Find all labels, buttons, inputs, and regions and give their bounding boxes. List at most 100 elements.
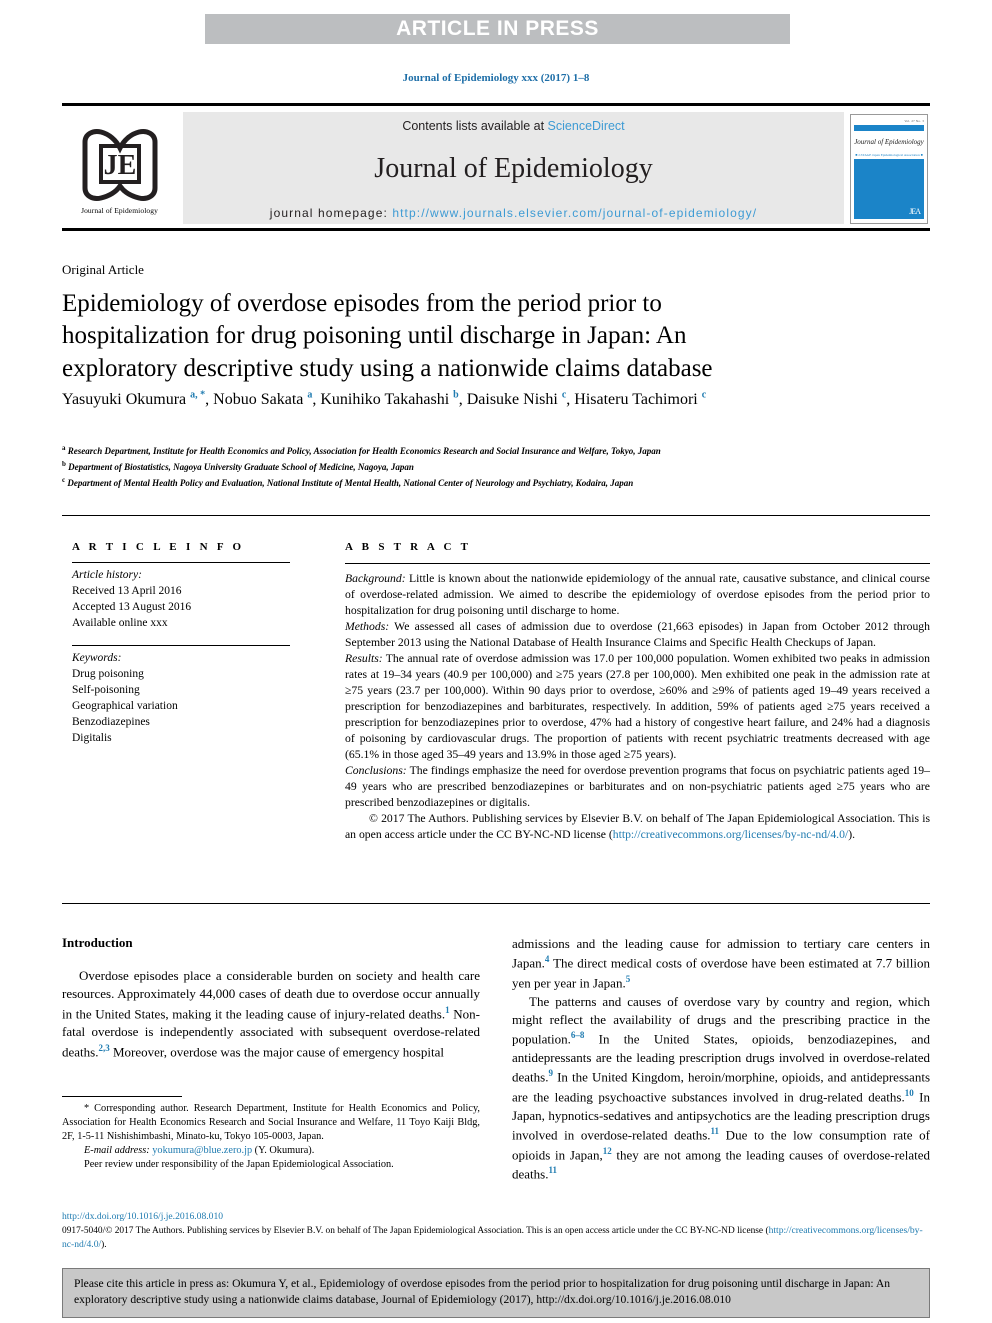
affiliation-text: Research Department, Institute for Healt… [65, 446, 661, 456]
author-list: Yasuyuki Okumura a, *, Nobuo Sakata a, K… [62, 389, 707, 408]
author-affiliation-marker: c [701, 389, 707, 401]
journal-logo: JE Journal of Epidemiology [62, 110, 177, 228]
author-name: Yasuyuki Okumura [62, 391, 191, 408]
article-info-section: A R T I C L E I N F O Article history: R… [72, 541, 312, 747]
journal-title: Journal of Epidemiology [374, 152, 653, 184]
cover-issue-label: Vol. 27 No. 3 [904, 119, 924, 123]
footer-license-text-b: ). [101, 1239, 107, 1250]
article-in-press-label: ARTICLE IN PRESS [396, 17, 599, 40]
cover-top-bar [854, 125, 924, 131]
author-name: Hisateru Tachimori [574, 391, 702, 408]
cover-publisher-mark: JEA [909, 207, 921, 216]
corresponding-author-text: * Corresponding author. Research Departm… [62, 1103, 480, 1142]
cover-strip-label: ■ J-STAGE Japan Epidemiological Associat… [855, 153, 923, 157]
author-affiliation-marker: a, * [190, 389, 206, 401]
affiliation-item: c Department of Mental Health Policy and… [62, 475, 932, 491]
author-name: Kunihiko Takahashi [320, 391, 454, 408]
citation-reference[interactable]: 11 [548, 1165, 557, 1175]
footer-license-line: 0917-5040/© 2017 The Authors. Publishing… [62, 1224, 930, 1253]
email-suffix: (Y. Okumura). [252, 1145, 315, 1156]
author-affiliation-marker: b [453, 389, 459, 401]
svg-text:JE: JE [103, 150, 136, 181]
article-info-heading: A R T I C L E I N F O [72, 541, 245, 553]
journal-cover-thumbnail: Vol. 27 No. 3 Journal of Epidemiology ■ … [850, 114, 928, 224]
body-paragraph: The patterns and causes of overdose vary… [512, 993, 930, 1182]
abstract-methods-label: Methods: [345, 619, 390, 633]
introduction-right-column: admissions and the leading cause for adm… [512, 935, 930, 1184]
citation-reference[interactable]: 2,3 [98, 1043, 109, 1053]
abstract-body: Background: Little is known about the na… [345, 571, 930, 842]
keyword-item: Geographical variation [72, 700, 178, 713]
contents-list-line: Contents lists available at ScienceDirec… [183, 119, 844, 133]
author-affiliation-marker: a [307, 389, 313, 401]
citation-reference[interactable]: 5 [626, 974, 631, 984]
article-info-divider [72, 562, 290, 563]
doi-link[interactable]: http://dx.doi.org/10.1016/j.je.2016.08.0… [62, 1210, 930, 1224]
copyright-tail: ). [848, 827, 856, 841]
cover-journal-name: Journal of Epidemiology [854, 138, 924, 146]
abstract-background-text: Little is known about the nationwide epi… [345, 572, 930, 617]
affiliation-item: a Research Department, Institute for Hea… [62, 443, 932, 459]
article-type-label: Original Article [62, 262, 144, 277]
article-history-block: Article history: Received 13 April 2016 A… [72, 568, 312, 631]
open-book-icon: JE [82, 128, 157, 201]
journal-reference-line: Journal of Epidemiology xxx (2017) 1–8 [402, 72, 590, 84]
peer-review-text: Peer review under responsibility of the … [84, 1159, 394, 1170]
abstract-methods-paragraph: Methods: We assessed all cases of admiss… [345, 619, 930, 651]
affiliation-text: Department of Mental Health Policy and E… [65, 477, 634, 488]
keyword-item: Benzodiazepines [72, 715, 150, 728]
citation-reference[interactable]: 12 [603, 1146, 612, 1156]
journal-homepage-line: journal homepage: http://www.journals.el… [183, 206, 844, 220]
abstract-conclusions-paragraph: Conclusions: The findings emphasize the … [345, 763, 930, 811]
keywords-divider [72, 645, 290, 647]
divider-above-abstract [62, 515, 930, 516]
homepage-url-link[interactable]: http://www.journals.elsevier.com/journal… [392, 206, 757, 220]
cc-license-link[interactable]: http://creativecommons.org/licenses/by-n… [613, 828, 848, 841]
affiliation-item: b Department of Biostatistics, Nagoya Un… [62, 459, 932, 475]
keyword-item: Drug poisoning [72, 668, 144, 681]
homepage-prefix: journal homepage: [269, 206, 393, 220]
citation-reference[interactable]: 9 [548, 1068, 553, 1078]
citation-reference[interactable]: 6–8 [571, 1030, 585, 1040]
keywords-items: Drug poisoning Self-poisoning Geographical… [72, 667, 312, 746]
author-affiliation-marker: c [561, 389, 567, 401]
introduction-left-column: Introduction Overdose episodes place a c… [62, 935, 480, 1061]
citation-reference[interactable]: 10 [905, 1088, 914, 1098]
author-name: Daisuke Nishi [466, 391, 562, 408]
keywords-block: Keywords: Drug poisoning Self-poisoning Ge… [72, 651, 312, 746]
citation-reference[interactable]: 4 [545, 954, 550, 964]
divider-below-abstract [62, 903, 930, 904]
page-footer: http://dx.doi.org/10.1016/j.je.2016.08.0… [62, 1210, 930, 1252]
abstract-background-paragraph: Background: Little is known about the na… [345, 571, 930, 619]
abstract-conclusions-text: The findings emphasize the need for over… [345, 763, 930, 809]
citation-reference[interactable]: 11 [711, 1126, 720, 1136]
abstract-heading: A B S T R A C T [345, 541, 472, 553]
journal-masthead: JE Journal of Epidemiology Contents list… [62, 103, 930, 231]
abstract-methods-text: We assessed all cases of admission due t… [345, 619, 930, 649]
cover-image-block: JEA [854, 159, 924, 219]
email-label: E-mail address: [84, 1145, 150, 1156]
sciencedirect-link[interactable]: ScienceDirect [548, 119, 625, 133]
article-history-item: Available online xxx [72, 616, 168, 629]
article-history-item: Accepted 13 August 2016 [72, 600, 192, 613]
cite-in-press-box: Please cite this article in press as: Ok… [62, 1268, 930, 1318]
introduction-right-text: admissions and the leading cause for adm… [512, 935, 930, 1184]
affiliation-text: Department of Biostatistics, Nagoya Univ… [65, 461, 414, 472]
email-link[interactable]: yokumura@blue.zero.jp [152, 1145, 252, 1156]
abstract-copyright-paragraph: © 2017 The Authors. Publishing services … [345, 811, 930, 843]
abstract-results-text: The annual rate of overdose admission wa… [345, 651, 930, 761]
body-paragraph: Overdose episodes place a considerable b… [62, 968, 480, 1059]
citation-reference[interactable]: 1 [445, 1005, 450, 1015]
article-in-press-banner: ARTICLE IN PRESS [205, 14, 790, 44]
introduction-heading: Introduction [62, 935, 133, 950]
keyword-item: Digitalis [72, 731, 112, 744]
abstract-background-label: Background: [345, 572, 406, 585]
author-name: Nobuo Sakata [213, 391, 308, 408]
keywords-label: Keywords: [72, 652, 122, 665]
body-paragraph: admissions and the leading cause for adm… [512, 936, 930, 991]
footer-license-text-a: 0917-5040/© 2017 The Authors. Publishing… [62, 1225, 769, 1236]
article-history-items: Received 13 April 2016 Accepted 13 August… [72, 584, 312, 632]
abstract-divider [345, 563, 930, 564]
corresponding-author-footnote: * Corresponding author. Research Departm… [62, 1096, 480, 1172]
keyword-item: Self-poisoning [72, 684, 140, 697]
